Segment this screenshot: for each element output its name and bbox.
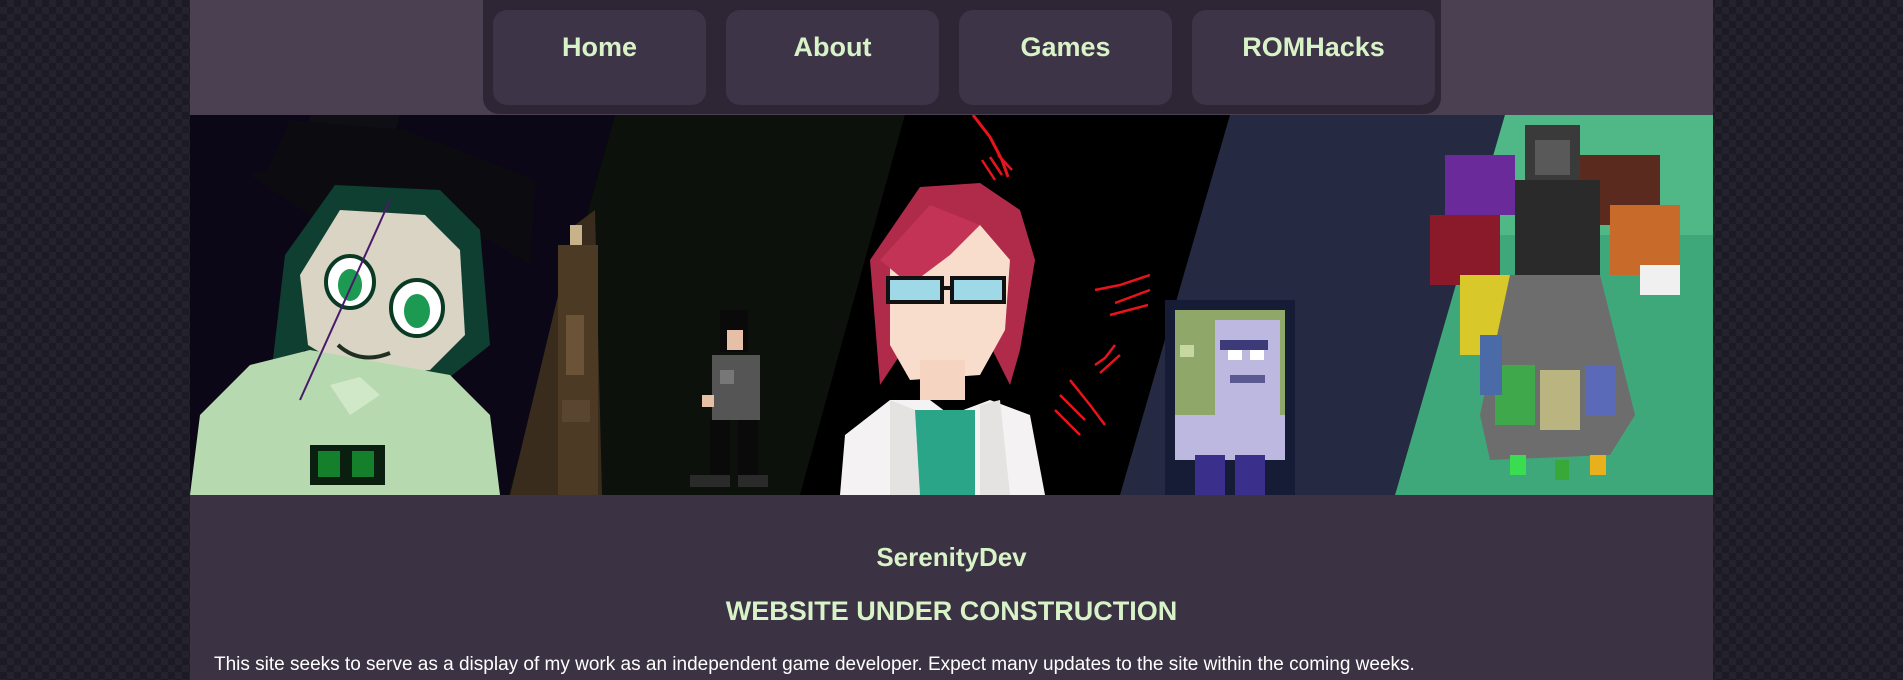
nav-romhacks-button[interactable]: ROMHacks xyxy=(1192,10,1435,105)
banner-collage-image xyxy=(190,115,1713,495)
page-container: Home About Games ROMHacks SerenityDev WE… xyxy=(190,0,1713,680)
site-description: This site seeks to serve as a display of… xyxy=(214,654,1415,675)
nav-about-button[interactable]: About xyxy=(726,10,939,105)
nav-home-label: Home xyxy=(561,32,637,62)
main-content: SerenityDev WEBSITE UNDER CONSTRUCTION T… xyxy=(190,495,1713,680)
status-heading: WEBSITE UNDER CONSTRUCTION xyxy=(725,596,1178,626)
nav-about-label: About xyxy=(793,32,872,62)
nav-games-label: Games xyxy=(1020,32,1111,62)
main-navigation: Home About Games ROMHacks xyxy=(483,0,1441,114)
site-name-heading: SerenityDev xyxy=(876,542,1027,572)
nav-home-button[interactable]: Home xyxy=(493,10,706,105)
nav-romhacks-label: ROMHacks xyxy=(1242,32,1385,62)
nav-games-button[interactable]: Games xyxy=(959,10,1172,105)
site-header: Home About Games ROMHacks xyxy=(190,0,1713,115)
hero-banner xyxy=(190,115,1713,495)
